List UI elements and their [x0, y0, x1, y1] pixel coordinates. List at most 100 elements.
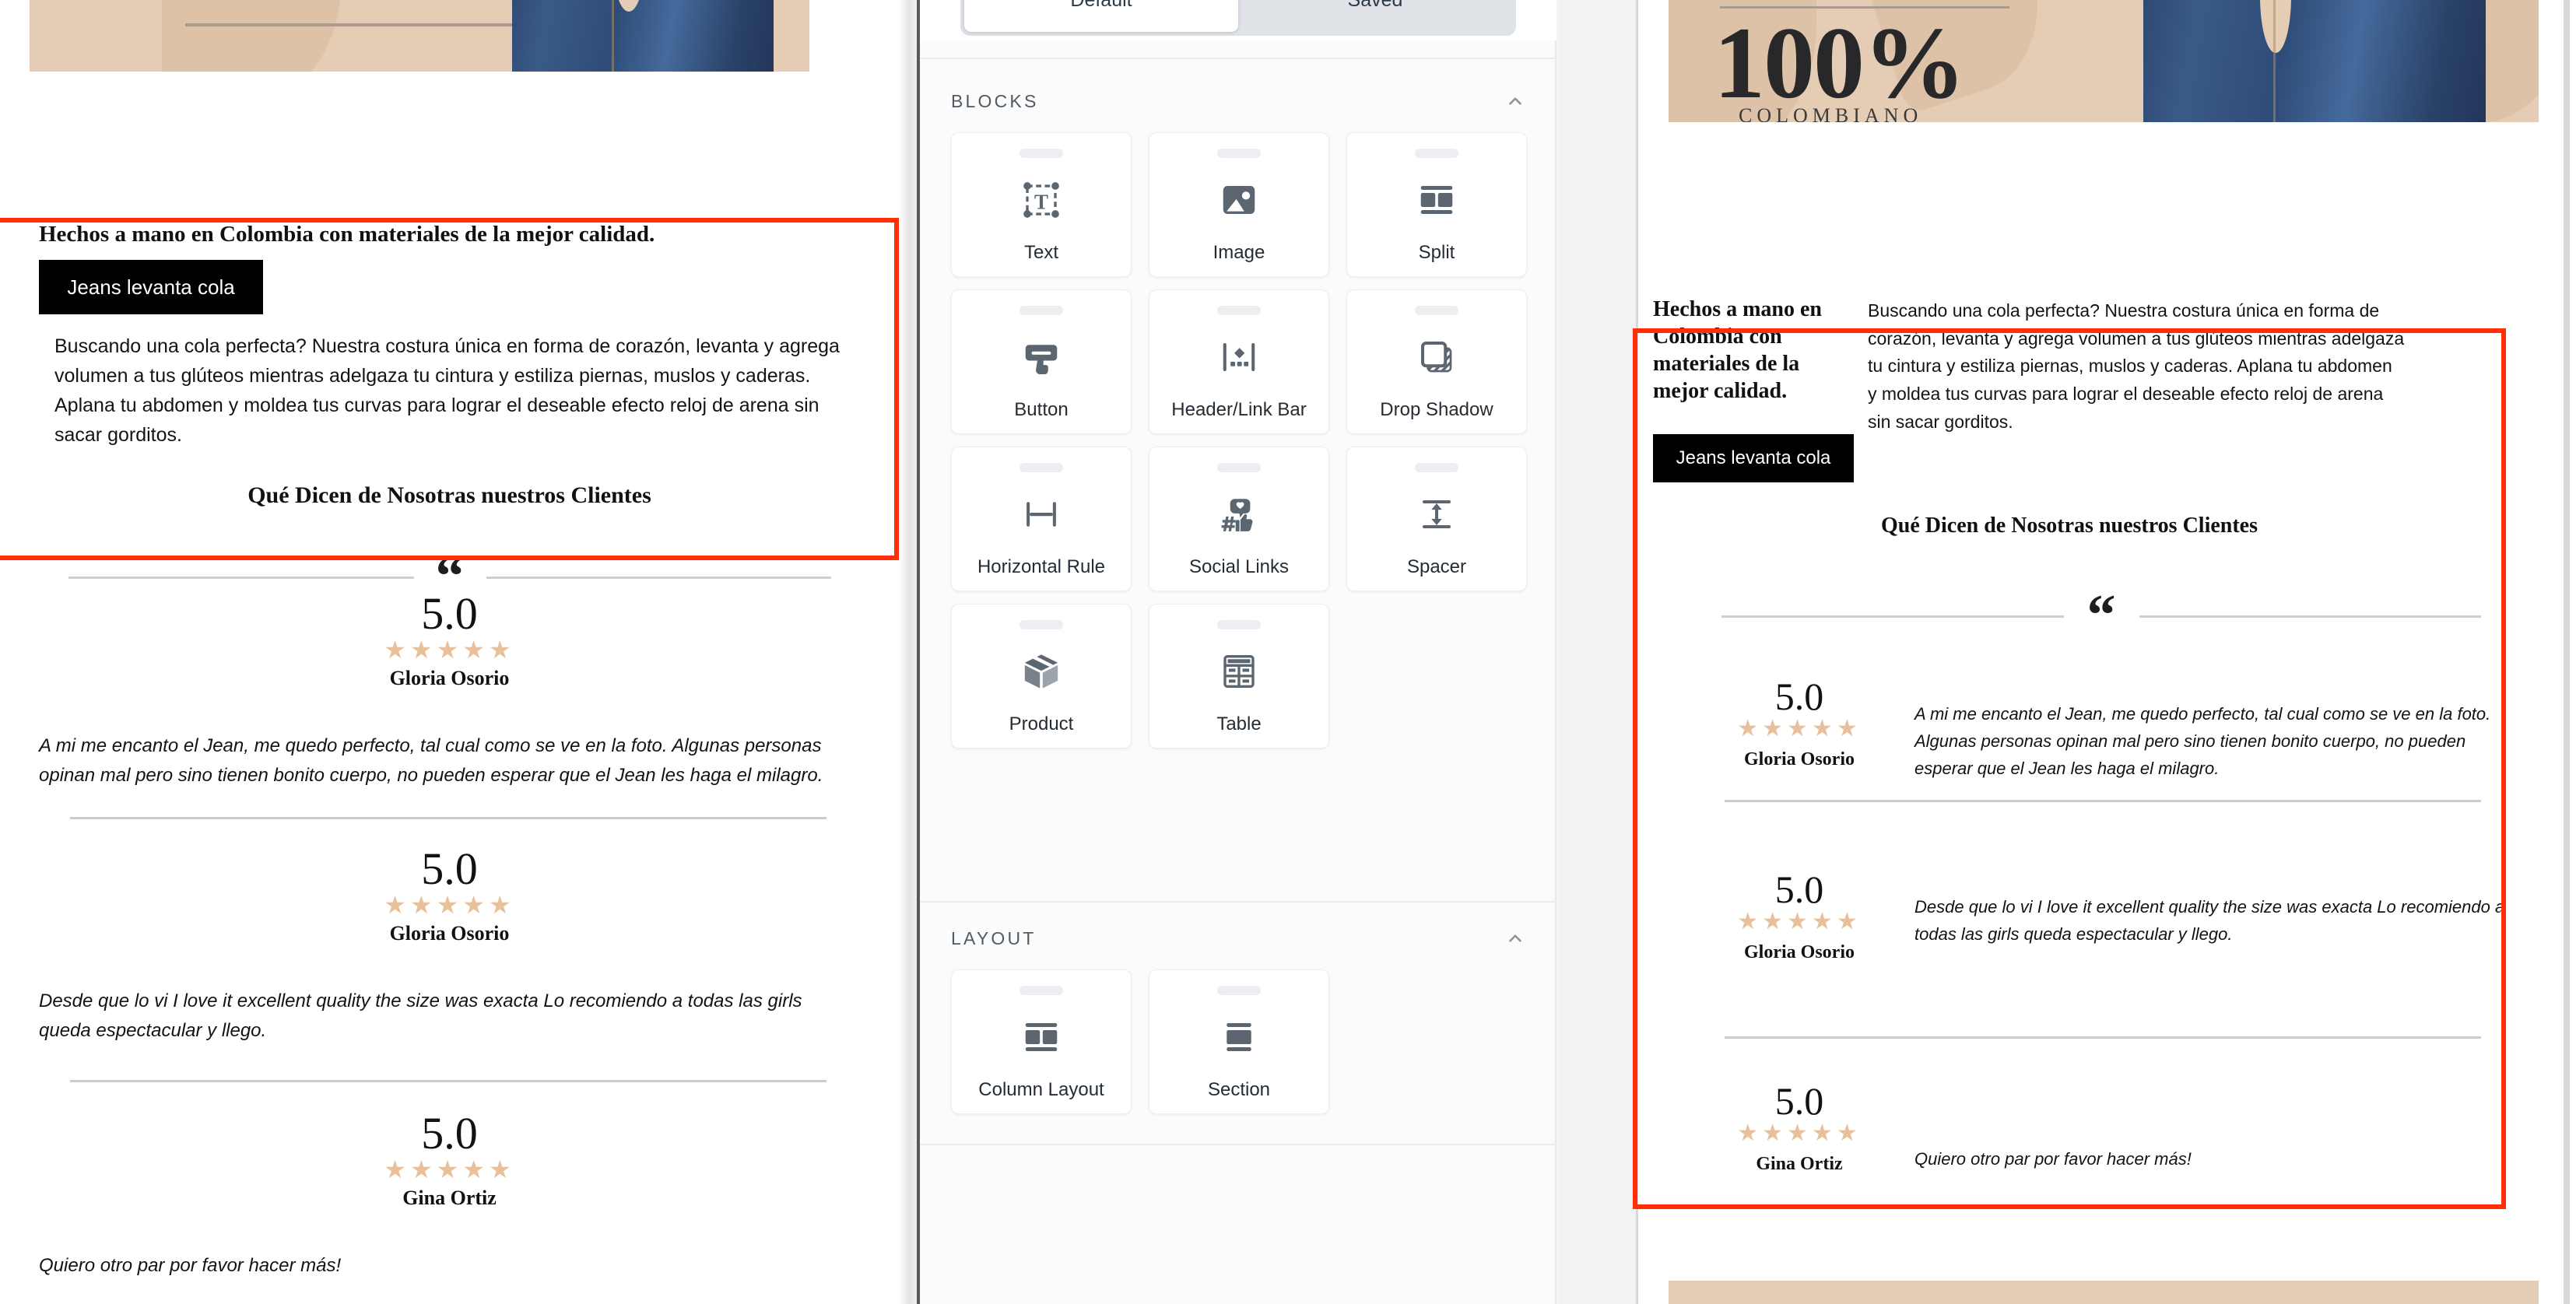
blocks-section-header[interactable]: BLOCKS	[920, 78, 1556, 124]
hero-percent: 100%	[1714, 5, 1966, 120]
review-author: Gloria Osorio	[389, 922, 510, 945]
star-rating-icon: ★★★★★	[1737, 716, 1862, 741]
drag-handle[interactable]	[1217, 463, 1261, 472]
spacer-icon	[1416, 472, 1458, 556]
testimonials-title: Qué Dicen de Nosotras nuestros Clientes	[247, 482, 651, 508]
block-tile-label: Table	[1216, 713, 1262, 734]
product-box-icon	[1020, 629, 1062, 713]
rule-left	[1721, 615, 2064, 618]
chevron-up-icon[interactable]	[1505, 91, 1525, 111]
drag-handle[interactable]	[1020, 149, 1063, 158]
rule-right	[486, 576, 831, 579]
review-score: 5.0	[1774, 675, 1824, 718]
block-tile-label: Product	[1009, 713, 1074, 734]
email-headline: Hechos a mano en Colombia con materiales…	[1653, 297, 1822, 403]
quote-mark-icon: “	[2086, 584, 2116, 648]
hero-subtitle: COLOMBIANO	[1739, 104, 1923, 122]
review-author: Gloria Osorio	[1744, 942, 1855, 962]
rule-left	[68, 576, 414, 579]
block-tile-text[interactable]: T Text	[951, 132, 1132, 277]
screen: 100% COLOMBIANO Hechos a mano en Colombi…	[0, 0, 2576, 1304]
drag-handle[interactable]	[1217, 986, 1261, 995]
block-tile-label: Social Links	[1188, 556, 1290, 577]
blocks-section-title: BLOCKS	[951, 90, 1039, 111]
svg-text:T: T	[1034, 190, 1048, 213]
review-block: 5.0 ★★★★★ Gina Ortiz	[0, 1111, 899, 1210]
cta-button[interactable]: Jeans levanta cola	[1653, 434, 1854, 482]
preview-scrollbar[interactable]	[2564, 0, 2570, 1304]
block-tile-image[interactable]: Image	[1149, 132, 1329, 277]
drag-handle[interactable]	[1217, 306, 1261, 315]
mobile-email-preview[interactable]: 100% COLOMBIANO Hechos a mano en Colombi…	[0, 0, 899, 1304]
block-tile-button[interactable]: Button	[951, 289, 1132, 434]
review-text: Quiero otro par por favor hacer más!	[1914, 1149, 2192, 1169]
drag-handle[interactable]	[1415, 463, 1458, 472]
drag-handle[interactable]	[1415, 149, 1458, 158]
blocks-panel[interactable]: Default Saved BLOCKS T	[920, 0, 1556, 1304]
block-tile-product[interactable]: Product	[951, 604, 1132, 748]
drag-handle[interactable]	[1020, 986, 1063, 995]
hero-rule	[185, 23, 521, 26]
review-block: 5.0 ★★★★★ Gloria Osorio	[1683, 870, 1916, 963]
tab-default[interactable]: Default	[964, 0, 1238, 32]
header-link-bar-icon	[1218, 315, 1260, 399]
horizontal-rule-icon	[1020, 472, 1062, 556]
review-author: Gloria Osorio	[1744, 749, 1855, 769]
star-rating-icon: ★★★★★	[384, 1155, 515, 1183]
review-author: Gloria Osorio	[389, 667, 510, 690]
star-rating-icon: ★★★★★	[384, 636, 515, 664]
quote-divider-row: “	[1721, 584, 2481, 648]
panel-separator	[920, 58, 1556, 59]
email-headline: Hechos a mano en Colombia con materiales…	[39, 222, 655, 247]
drag-handle[interactable]	[1217, 620, 1261, 629]
layout-grid[interactable]: Column Layout Section	[951, 969, 1527, 1114]
review-text: Desde que lo vi I love it excellent qual…	[1914, 897, 2505, 945]
block-tile-header-link-bar[interactable]: Header/Link Bar	[1149, 289, 1329, 434]
block-tile-horizontal-rule[interactable]: Horizontal Rule	[951, 447, 1132, 591]
review-score: 5.0	[421, 843, 478, 894]
blocks-grid[interactable]: T Text Image Split Button Header/Link Ba…	[951, 132, 1527, 748]
block-tile-drop-shadow[interactable]: Drop Shadow	[1346, 289, 1527, 434]
section-layout-icon	[1218, 995, 1260, 1079]
panel-tab-bar: Default Saved	[920, 0, 1556, 40]
block-tile-label: Spacer	[1406, 556, 1467, 577]
panel-separator	[920, 901, 1556, 903]
review-block: 5.0 ★★★★★ Gloria Osorio	[0, 591, 899, 690]
drag-handle[interactable]	[1020, 620, 1063, 629]
testimonials-title: Qué Dicen de Nosotras nuestros Clientes	[1880, 514, 2258, 538]
table-block-icon	[1218, 629, 1260, 713]
block-tile-label: Horizontal Rule	[977, 556, 1106, 577]
image-block-icon	[1218, 158, 1260, 242]
layout-tile-section[interactable]: Section	[1149, 969, 1329, 1114]
drag-handle[interactable]	[1020, 463, 1063, 472]
hero-banner-desktop[interactable]: 100% COLOMBIANO	[1669, 0, 2539, 122]
column-layout-icon	[1020, 995, 1062, 1079]
block-tile-label: Split	[1418, 242, 1455, 263]
drag-handle[interactable]	[1415, 306, 1458, 315]
star-rating-icon: ★★★★★	[384, 891, 515, 919]
layout-section-header[interactable]: LAYOUT	[920, 915, 1556, 962]
panel-separator	[920, 1144, 1556, 1145]
hero-banner-mobile[interactable]: 100% COLOMBIANO	[30, 0, 809, 72]
chevron-up-icon[interactable]	[1505, 928, 1525, 948]
block-tile-table[interactable]: Table	[1149, 604, 1329, 748]
block-tile-spacer[interactable]: Spacer	[1346, 447, 1527, 591]
block-tile-social-links[interactable]: Social Links	[1149, 447, 1329, 591]
footer-lifestyle-image[interactable]	[1669, 1281, 2539, 1304]
layout-tile-label: Column Layout	[978, 1079, 1104, 1100]
layout-tile-column-layout[interactable]: Column Layout	[951, 969, 1132, 1114]
review-block: 5.0 ★★★★★ Gloria Osorio	[0, 847, 899, 945]
hero-jeans-photo	[512, 0, 774, 72]
review-text: A mi me encanto el Jean, me quedo perfec…	[1914, 704, 2491, 779]
view-toggle-group[interactable]: Default Saved	[960, 0, 1516, 36]
review-separator	[70, 817, 826, 819]
review-score: 5.0	[1774, 1079, 1824, 1123]
leaf-decoration-icon	[162, 0, 341, 72]
tab-saved[interactable]: Saved	[1238, 0, 1512, 32]
layout-section-title: LAYOUT	[951, 927, 1037, 948]
drag-handle[interactable]	[1217, 149, 1261, 158]
block-tile-split[interactable]: Split	[1346, 132, 1527, 277]
block-tile-label: Header/Link Bar	[1171, 399, 1307, 420]
cta-button[interactable]: Jeans levanta cola	[39, 260, 263, 314]
drag-handle[interactable]	[1020, 306, 1063, 315]
